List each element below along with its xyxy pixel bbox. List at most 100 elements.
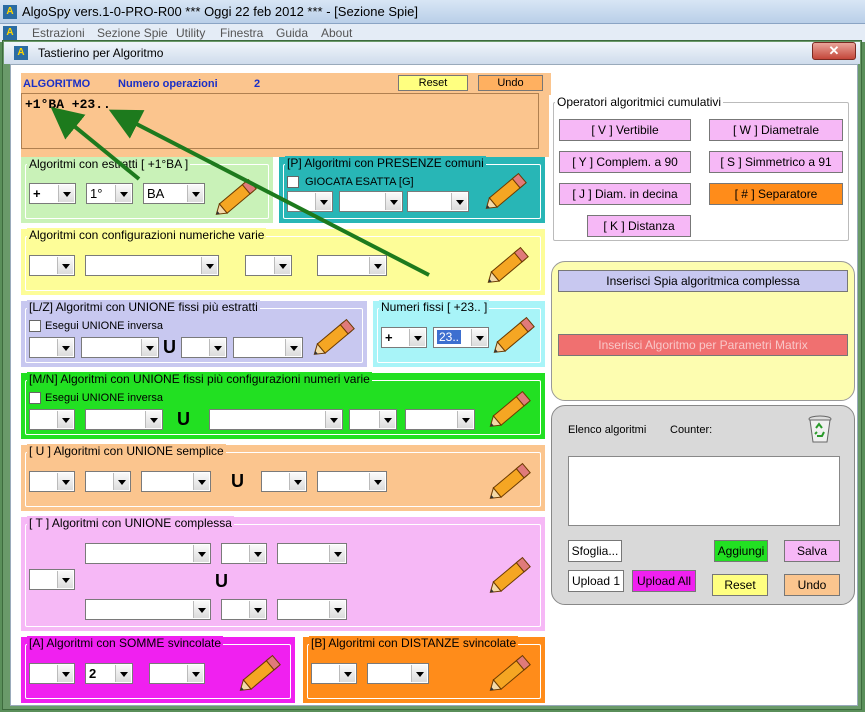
algoritmi-list[interactable] bbox=[568, 456, 840, 526]
menu-utility[interactable]: Utility bbox=[176, 26, 205, 40]
distanza-button[interactable]: [ K ] Distanza bbox=[587, 215, 691, 237]
salva-button[interactable]: Salva bbox=[784, 540, 840, 562]
lz-select-1[interactable] bbox=[29, 337, 75, 358]
presenze-select-2[interactable] bbox=[339, 191, 403, 212]
pencil-icon[interactable] bbox=[209, 173, 265, 221]
distanze-select-2[interactable] bbox=[367, 663, 429, 684]
giocata-esatta-checkbox[interactable] bbox=[287, 176, 299, 188]
usemplice-select-2[interactable] bbox=[85, 471, 131, 492]
mn-select-4[interactable] bbox=[349, 409, 397, 430]
chevron-down-icon bbox=[193, 545, 209, 562]
ucomplessa-select-top-2[interactable] bbox=[221, 543, 267, 564]
chevron-down-icon bbox=[58, 185, 74, 202]
menu-estrazioni[interactable]: Estrazioni bbox=[32, 26, 85, 40]
inserisci-matrix-button[interactable]: Inserisci Algoritmo per Parametri Matrix bbox=[558, 334, 848, 356]
complem-90-button[interactable]: [ Y ] Complem. a 90 bbox=[559, 151, 691, 173]
estratti-ruota-value: BA bbox=[147, 186, 165, 201]
mn-select-1[interactable] bbox=[29, 409, 75, 430]
somme-select-1[interactable] bbox=[29, 663, 75, 684]
somme-select-3[interactable] bbox=[149, 663, 205, 684]
lz-select-3[interactable] bbox=[181, 337, 227, 358]
vertibile-button[interactable]: [ V ] Vertibile bbox=[559, 119, 691, 141]
elenco-reset-button[interactable]: Reset bbox=[712, 574, 768, 596]
ucomplessa-select-bot-2[interactable] bbox=[221, 599, 267, 620]
config-select-3[interactable] bbox=[245, 255, 292, 276]
mn-select-5[interactable] bbox=[405, 409, 475, 430]
sfoglia-button[interactable]: Sfoglia... bbox=[568, 540, 622, 562]
somme-select-2[interactable]: 2 bbox=[85, 663, 133, 684]
formula-textarea[interactable]: +1°BA +23.. bbox=[21, 93, 539, 149]
presenze-select-1[interactable] bbox=[287, 191, 333, 212]
header-undo-button[interactable]: Undo bbox=[478, 75, 543, 91]
close-button[interactable]: ✕ bbox=[812, 42, 856, 60]
estratti-sign-select[interactable]: + bbox=[29, 183, 76, 204]
usemplice-select-4[interactable] bbox=[261, 471, 307, 492]
operatori-title: Operatori algoritmici cumulativi bbox=[555, 95, 724, 109]
chevron-down-icon bbox=[145, 411, 161, 428]
mn-select-3[interactable] bbox=[209, 409, 343, 430]
ucomplessa-select-bot-1[interactable] bbox=[85, 599, 211, 620]
pencil-icon[interactable] bbox=[479, 167, 535, 215]
usemplice-select-1[interactable] bbox=[29, 471, 75, 492]
ucomplessa-select-left[interactable] bbox=[29, 569, 75, 590]
presenze-select-3[interactable] bbox=[407, 191, 469, 212]
estratti-pos-value: 1° bbox=[90, 186, 103, 201]
chevron-down-icon bbox=[329, 601, 345, 618]
recycle-bin-icon[interactable] bbox=[806, 414, 834, 444]
config-group: Algoritmi con configurazioni numeriche v… bbox=[21, 228, 545, 295]
elenco-undo-button[interactable]: Undo bbox=[784, 574, 840, 596]
ucomplessa-title: [ T ] Algoritmi con UNIONE complessa bbox=[27, 516, 234, 530]
simmetrico-91-button[interactable]: [ S ] Simmetrico a 91 bbox=[709, 151, 843, 173]
fissi-value-select[interactable]: 23.. bbox=[433, 327, 489, 348]
distanze-select-1[interactable] bbox=[311, 663, 357, 684]
chevron-down-icon bbox=[115, 185, 131, 202]
menu-finestra[interactable]: Finestra bbox=[220, 26, 263, 40]
pencil-icon[interactable] bbox=[487, 311, 543, 359]
upload-1-button[interactable]: Upload 1 bbox=[568, 570, 624, 592]
config-select-4[interactable] bbox=[317, 255, 387, 276]
estratti-pos-select[interactable]: 1° bbox=[86, 183, 133, 204]
ucomplessa-group: [ T ] Algoritmi con UNIONE complessa U bbox=[21, 516, 545, 631]
pencil-icon[interactable] bbox=[481, 241, 537, 289]
lz-select-4[interactable] bbox=[233, 337, 303, 358]
pencil-icon[interactable] bbox=[483, 551, 539, 599]
numero-operazioni-label: Numero operazioni bbox=[118, 78, 218, 90]
header-reset-button[interactable]: Reset bbox=[398, 75, 468, 91]
aggiungi-button[interactable]: Aggiungi bbox=[714, 540, 768, 562]
fissi-sign-select[interactable]: + bbox=[381, 327, 427, 348]
usemplice-select-3[interactable] bbox=[141, 471, 211, 492]
usemplice-select-5[interactable] bbox=[317, 471, 387, 492]
counter-label: Counter: bbox=[670, 424, 713, 436]
lz-title: [L/Z] Algoritmi con UNIONE fissi più est… bbox=[27, 300, 260, 314]
pencil-icon[interactable] bbox=[307, 313, 363, 361]
ucomplessa-select-bot-3[interactable] bbox=[277, 599, 347, 620]
lz-unione-inversa-label: Esegui UNIONE inversa bbox=[45, 320, 163, 332]
config-select-1[interactable] bbox=[29, 255, 75, 276]
menu-sezione-spie[interactable]: Sezione Spie bbox=[97, 26, 168, 40]
lz-select-2[interactable] bbox=[81, 337, 159, 358]
chevron-down-icon bbox=[369, 257, 385, 274]
chevron-down-icon bbox=[115, 665, 131, 682]
pencil-icon[interactable] bbox=[233, 649, 289, 697]
separatore-button[interactable]: [ # ] Separatore bbox=[709, 183, 843, 205]
chevron-down-icon bbox=[325, 411, 341, 428]
presenze-group: [P] Algoritmi con PRESENZE comuni GIOCAT… bbox=[279, 156, 545, 223]
upload-all-button[interactable]: Upload All bbox=[632, 570, 696, 592]
lz-unione-inversa-checkbox[interactable] bbox=[29, 320, 41, 332]
inserisci-spia-button[interactable]: Inserisci Spia algoritmica complessa bbox=[558, 270, 848, 292]
pencil-icon[interactable] bbox=[483, 649, 539, 697]
header-panel: ALGORITMO Numero operazioni 2 Reset Undo… bbox=[21, 73, 551, 157]
diam-decina-button[interactable]: [ J ] Diam. in decina bbox=[559, 183, 691, 205]
ucomplessa-select-top-3[interactable] bbox=[277, 543, 347, 564]
config-select-2[interactable] bbox=[85, 255, 219, 276]
estratti-ruota-select[interactable]: BA bbox=[143, 183, 205, 204]
mn-unione-inversa-checkbox[interactable] bbox=[29, 392, 41, 404]
menu-about[interactable]: About bbox=[321, 26, 352, 40]
pencil-icon[interactable] bbox=[483, 385, 539, 433]
mn-select-2[interactable] bbox=[85, 409, 163, 430]
ucomplessa-select-top-1[interactable] bbox=[85, 543, 211, 564]
menu-guida[interactable]: Guida bbox=[276, 26, 308, 40]
chevron-down-icon bbox=[57, 411, 73, 428]
diametrale-button[interactable]: [ W ] Diametrale bbox=[709, 119, 843, 141]
pencil-icon[interactable] bbox=[483, 457, 539, 505]
